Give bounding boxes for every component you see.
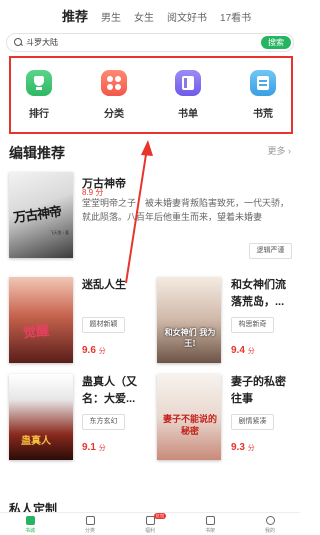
top-tabs: 推荐 男生 女生 阅文好书 17看书 (0, 0, 300, 30)
tab-recommend[interactable]: 推荐 (62, 6, 88, 30)
grid-icon (85, 516, 95, 525)
featured-tag: 逻辑严谨 (249, 243, 292, 259)
book-tag: 剧情紧凑 (231, 414, 274, 430)
nav-bookshelf[interactable]: 书架 (180, 513, 240, 535)
book-title[interactable]: 迷乱人生 (82, 277, 126, 294)
book-cover[interactable]: 蛊真人 (9, 374, 73, 460)
book-score: 9.3 分 (231, 442, 255, 453)
book-score: 9.6 分 (82, 345, 106, 356)
tab-female[interactable]: 女生 (134, 9, 154, 30)
book-cover[interactable]: 和女神们 我为王! (157, 277, 221, 363)
more-link[interactable]: 更多 › (268, 144, 292, 157)
search-icon (14, 38, 23, 47)
nav-welfare[interactable]: 红包 福利 (120, 513, 180, 535)
tab-yuewen[interactable]: 阅文好书 (167, 9, 207, 30)
book-cover-text: 和女神们 我为王! (164, 327, 216, 348)
category-bookfamine[interactable]: 书荒 (243, 70, 283, 120)
nav-label: 分类 (84, 528, 95, 534)
book-cover[interactable]: 妻子不能说的秘密 (157, 374, 221, 460)
category-rank-label: 排行 (29, 109, 49, 120)
nav-badge: 红包 (154, 513, 166, 519)
featured-cover-author: 飞天鱼 / 著 (49, 230, 69, 235)
book-title[interactable]: 和女神们流落荒岛，... (231, 277, 295, 311)
book-score: 9.4 分 (231, 345, 255, 356)
book-tag: 题材新颖 (82, 317, 125, 333)
featured-cover[interactable]: 万古神帝 飞天鱼 / 著 (9, 172, 73, 258)
book-cover[interactable]: 觉醒 (9, 277, 73, 363)
tab-male[interactable]: 男生 (101, 9, 121, 30)
book-cover-text: 觉醒 (22, 323, 50, 342)
category-booklist[interactable]: 书单 (168, 70, 208, 120)
nav-category[interactable]: 分类 (60, 513, 120, 535)
book-cover-text: 妻子不能说的秘密 (163, 415, 218, 437)
category-bookfamine-label: 书荒 (253, 109, 273, 120)
book-title[interactable]: 蛊真人（又名：大爱... (82, 374, 154, 408)
search-input[interactable]: 斗罗大陆 (26, 37, 58, 48)
book-tag: 东方玄幻 (82, 414, 125, 430)
featured-cover-title: 万古神帝 (12, 204, 63, 227)
category-classify[interactable]: 分类 (94, 70, 134, 120)
category-classify-label: 分类 (104, 109, 124, 120)
nav-profile[interactable]: 我的 (240, 513, 300, 535)
nav-label: 书架 (204, 528, 215, 534)
category-rank[interactable]: 排行 (19, 70, 59, 120)
profile-icon (265, 516, 275, 525)
search-button[interactable]: 搜索 (261, 36, 291, 49)
featured-description: 堂堂明帝之子，被未婚妻背叛陷害致死，一代天骄，就此陨落。八百年后他重生而来，望着… (82, 198, 290, 222)
grid-dots-icon (101, 70, 127, 96)
nav-bookstore[interactable]: 书城 (0, 513, 60, 535)
book-tag: 构思新奇 (231, 317, 274, 333)
book-title[interactable]: 妻子的私密往事 (231, 374, 295, 408)
nav-label: 书城 (24, 528, 35, 534)
category-panel: 排行 分类 书单 书荒 (9, 56, 293, 134)
nav-label: 福利 (144, 528, 155, 534)
bottom-nav: 书城 分类 红包 福利 书架 我的 (0, 512, 300, 535)
search-bar[interactable]: 斗罗大陆 搜索 (6, 33, 294, 52)
tab-17kan[interactable]: 17看书 (220, 9, 251, 30)
home-icon (25, 516, 35, 525)
category-booklist-label: 书单 (178, 109, 198, 120)
bookshelf-icon (205, 516, 215, 525)
book-score: 9.1 分 (82, 442, 106, 453)
gift-icon (145, 516, 155, 525)
section-title: 编辑推荐 (9, 145, 65, 161)
book-cover-text: 蛊真人 (21, 436, 51, 447)
trophy-icon (26, 70, 52, 96)
book-icon (175, 70, 201, 96)
document-icon (250, 70, 276, 96)
nav-label: 我的 (264, 528, 275, 534)
